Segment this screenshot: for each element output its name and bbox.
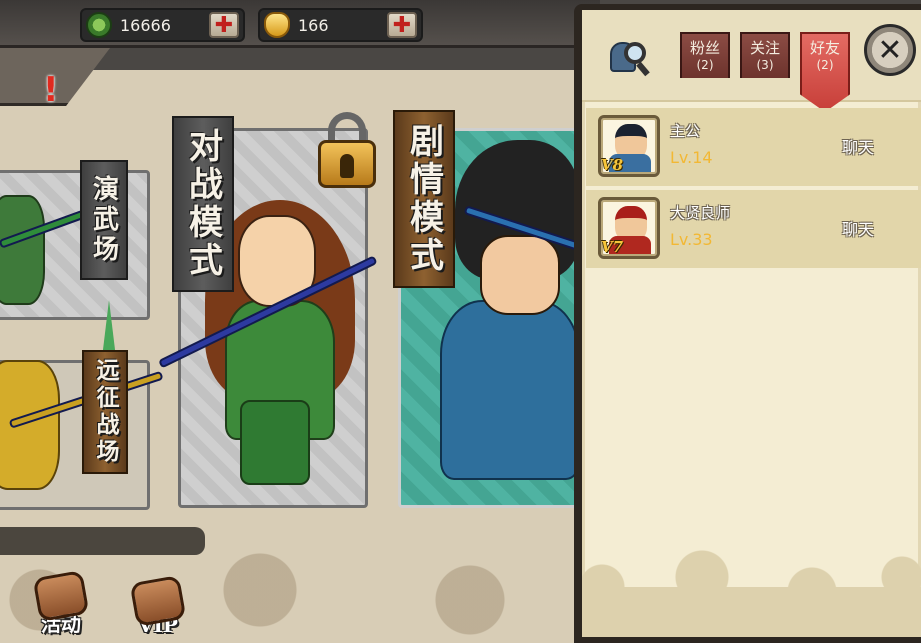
vip-badge: V7: [601, 238, 624, 256]
search-friend-icon[interactable]: [608, 36, 652, 77]
chat-button[interactable]: 聊天: [842, 134, 874, 158]
tab-fans-label: 粉丝: [689, 39, 720, 57]
gold-currency-display: 166 ✚: [258, 8, 423, 42]
vip-badge: V8: [601, 156, 624, 174]
friend-level: Lv.14: [670, 148, 713, 167]
jade-coin-icon: [86, 12, 112, 38]
mode-label-yuanzheng[interactable]: 远征战场: [82, 350, 128, 474]
mode-label-juqing[interactable]: 剧情模式: [393, 110, 455, 288]
hero-face: [480, 235, 560, 315]
vip-icon: [129, 574, 187, 628]
gold-ingot-icon: [264, 12, 290, 38]
tab-friends-label: 好友: [809, 39, 840, 57]
friends-panel: 粉丝 (2) 关注 (3) 好友 (2) ✕ V8 主公 Lv.14 聊天 V7…: [574, 4, 921, 643]
plus-icon: ✚: [214, 12, 234, 38]
tab-follow[interactable]: 关注 (3): [740, 32, 790, 78]
friend-name: 大贤良师: [670, 204, 731, 222]
vip-button[interactable]: VIP: [122, 565, 194, 637]
activity-button[interactable]: 活动: [25, 565, 97, 637]
heroine-legs: [240, 400, 310, 485]
warrior-figure-green: [0, 195, 45, 305]
panel-parchment-decoration: [582, 547, 921, 637]
friends-panel-body: 粉丝 (2) 关注 (3) 好友 (2) ✕ V8 主公 Lv.14 聊天 V7…: [582, 10, 921, 637]
plus-icon: ✚: [392, 12, 412, 38]
tab-follow-label: 关注: [749, 39, 780, 57]
hero-body: [440, 300, 580, 480]
activity-icon: [32, 569, 90, 623]
friend-row[interactable]: V7 大贤良师 Lv.33 聊天: [586, 190, 921, 268]
tab-fans[interactable]: 粉丝 (2): [680, 32, 730, 78]
friend-row[interactable]: V8 主公 Lv.14 聊天: [586, 108, 921, 186]
jade-currency-display: 16666 ✚: [80, 8, 245, 42]
mode-label-yanwu[interactable]: 演武场: [80, 160, 128, 280]
close-button[interactable]: ✕: [864, 24, 916, 76]
close-icon: ✕: [877, 32, 903, 68]
jade-amount: 16666: [120, 15, 171, 35]
avatar[interactable]: V8: [598, 115, 660, 177]
mode-label-duizhan[interactable]: 对战模式: [172, 116, 234, 292]
tab-follow-count: (3): [756, 58, 774, 72]
chat-button[interactable]: 聊天: [842, 216, 874, 240]
bottom-info-bar: [0, 527, 205, 555]
tab-friends-count: (2): [816, 58, 834, 72]
tab-fans-count: (2): [696, 58, 714, 72]
add-jade-button[interactable]: ✚: [209, 12, 239, 38]
add-gold-button[interactable]: ✚: [387, 12, 417, 38]
avatar[interactable]: V7: [598, 197, 660, 259]
warrior-figure-gold: [0, 360, 60, 490]
lock-icon: [318, 112, 376, 188]
gold-amount: 166: [298, 15, 329, 35]
friend-level: Lv.33: [670, 230, 713, 249]
alert-exclamation-icon[interactable]: !: [43, 72, 59, 108]
friend-name: 主公: [670, 122, 701, 140]
